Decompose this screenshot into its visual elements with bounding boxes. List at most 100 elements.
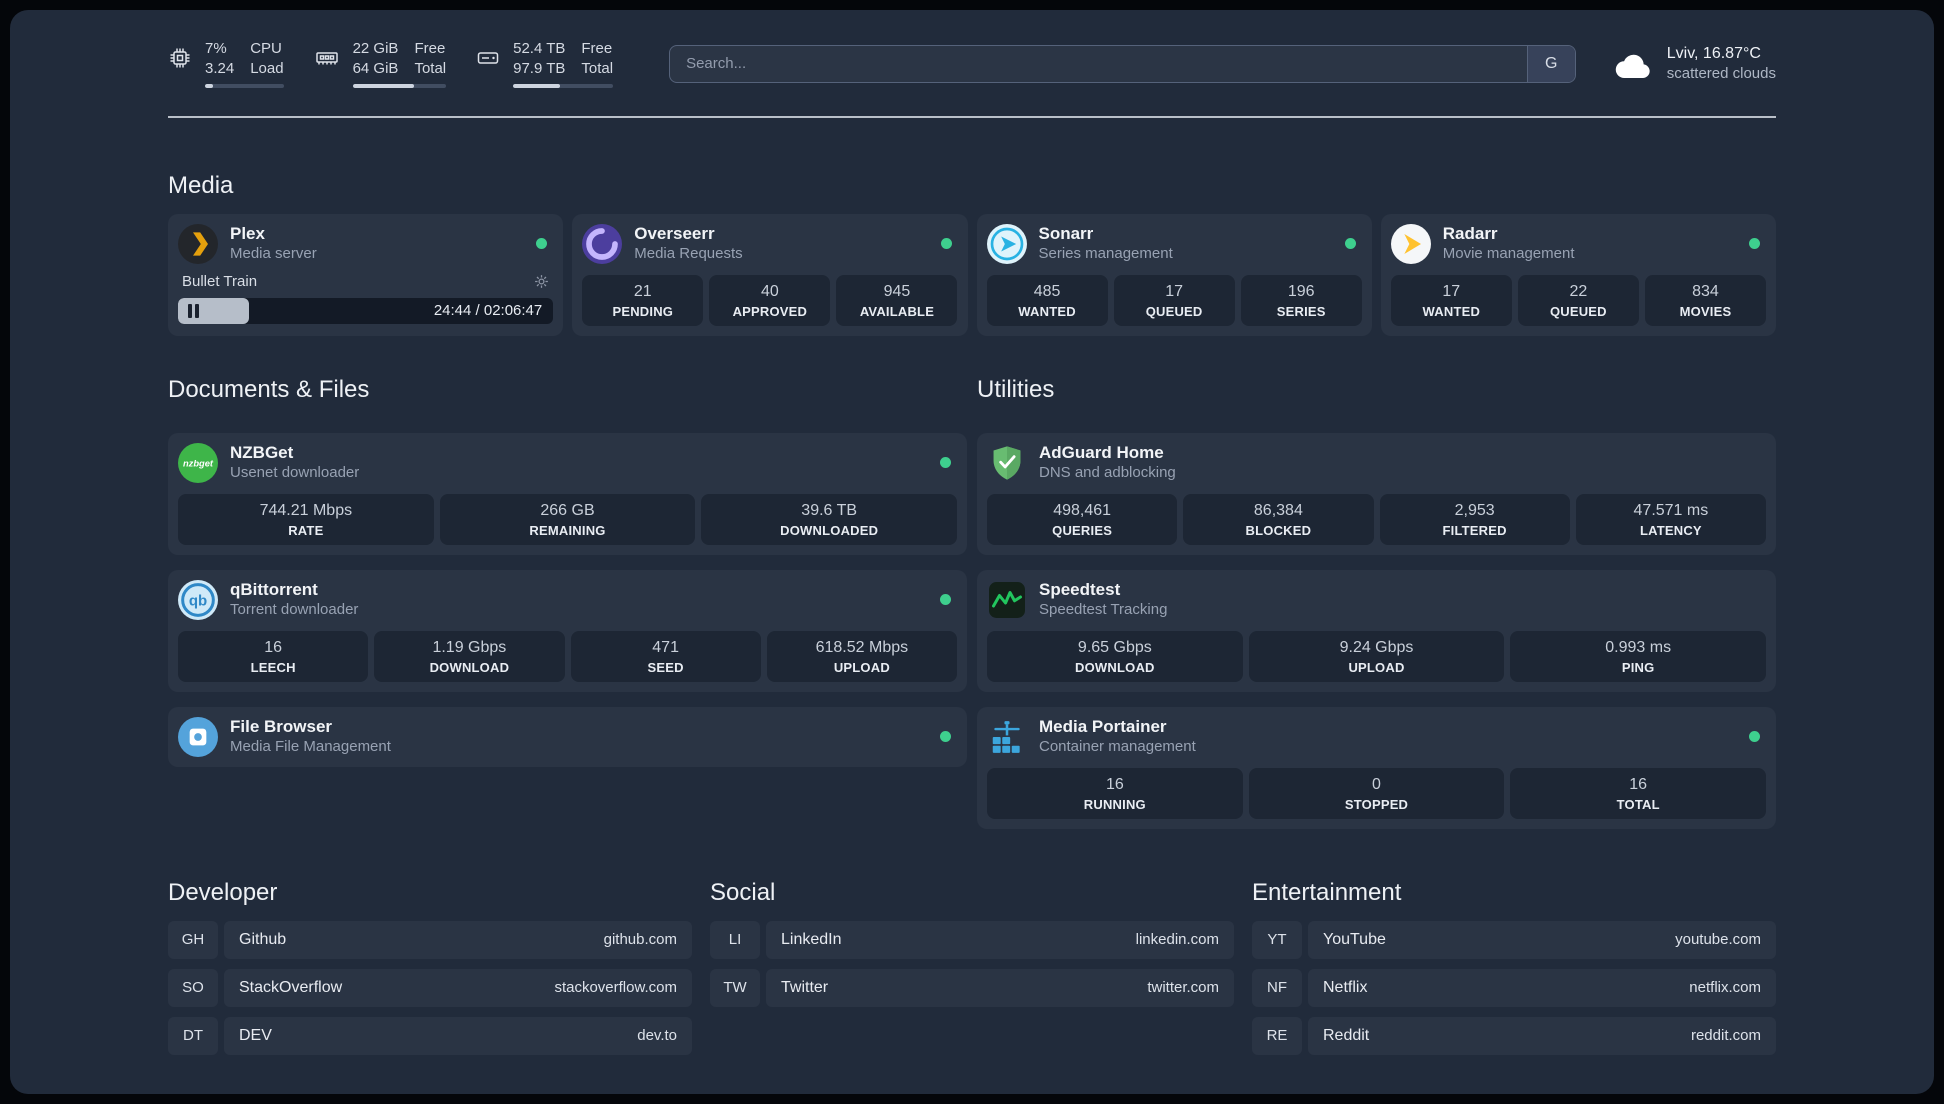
- card-radarr[interactable]: Radarr Movie management 17 WANTED 22 QUE…: [1380, 213, 1776, 336]
- app-subtitle: Torrent downloader: [230, 601, 359, 619]
- stat-label: FILTERED: [1442, 522, 1507, 538]
- bookmark-abbr: RE: [1252, 1016, 1302, 1055]
- app-title: File Browser: [230, 716, 333, 736]
- documents-column: Documents & Files nzbget NZBGet Usenet d…: [168, 336, 967, 829]
- app-subtitle: Usenet downloader: [230, 464, 360, 482]
- status-dot: [940, 731, 951, 742]
- stat-label: MOVIES: [1679, 303, 1732, 319]
- bookmark-url: twitter.com: [1147, 979, 1219, 996]
- radarr-icon: [1390, 223, 1431, 264]
- stat-blocked: 86,384 BLOCKED: [1183, 493, 1374, 545]
- stat-label: REMAINING: [529, 522, 606, 538]
- card-overseerr[interactable]: Overseerr Media Requests 21 PENDING 40 A…: [572, 213, 968, 336]
- stat-running: 16 RUNNING: [987, 767, 1243, 819]
- stat-label: DOWNLOAD: [429, 659, 510, 675]
- bookmark-dev[interactable]: DT DEV dev.to: [168, 1016, 692, 1055]
- stat-wanted: 17 WANTED: [1390, 274, 1512, 326]
- card-sonarr[interactable]: Sonarr Series management 485 WANTED 17 Q…: [976, 213, 1372, 336]
- bookmark-github[interactable]: GH Github github.com: [168, 920, 692, 959]
- stat-value: 0.993 ms: [1605, 638, 1672, 656]
- stat-label: DOWNLOAD: [1075, 659, 1155, 675]
- app-subtitle: Media server: [230, 245, 317, 263]
- stat-label: LATENCY: [1639, 522, 1702, 538]
- stat-value: 498,461: [1053, 501, 1112, 519]
- bookmark-linkedin[interactable]: LI LinkedIn linkedin.com: [710, 920, 1234, 959]
- disk-free-value: 52.4 TB: [513, 40, 566, 57]
- stat-value: 17: [1442, 282, 1461, 300]
- status-dot: [940, 238, 952, 249]
- hard-disk-icon: [477, 52, 499, 64]
- bookmark-name: Twitter: [781, 978, 829, 996]
- stat-value: 266 GB: [540, 501, 595, 519]
- stat-downloaded: 39.6 TB DOWNLOADED: [701, 493, 958, 545]
- app-subtitle: Movie management: [1442, 245, 1575, 263]
- app-subtitle: Speedtest Tracking: [1039, 601, 1168, 619]
- bookmark-name: Netflix: [1323, 978, 1368, 996]
- stat-label: STOPPED: [1344, 796, 1409, 812]
- memory-total-label: Total: [414, 60, 447, 78]
- bookmarks-section: Developer GH Github github.com SO StackO…: [168, 879, 1776, 1065]
- stat-leech: 16 LEECH: [178, 630, 369, 682]
- bookmark-abbr: SO: [168, 968, 218, 1007]
- stat-upload: 618.52 Mbps UPLOAD: [766, 630, 957, 682]
- gear-icon[interactable]: [534, 274, 549, 289]
- stat-filtered: 2,953 FILTERED: [1379, 493, 1570, 545]
- bookmark-youtube[interactable]: YT YouTube youtube.com: [1252, 920, 1776, 959]
- search-input[interactable]: [670, 45, 1527, 82]
- stat-label: WANTED: [1018, 303, 1076, 319]
- section-title-utilities: Utilities: [977, 375, 1055, 403]
- card-nzbget[interactable]: nzbget NZBGet Usenet downloader 744.21 M…: [168, 432, 967, 555]
- utilities-column: Utilities AdGuard Home DNS and adblockin…: [977, 336, 1776, 829]
- bookmark-netflix[interactable]: NF Netflix netflix.com: [1252, 968, 1776, 1007]
- stat-label: TOTAL: [1616, 796, 1660, 812]
- stat-ping: 0.993 ms PING: [1510, 630, 1767, 682]
- memory-free-value: 22 GiB: [352, 40, 399, 57]
- card-speedtest[interactable]: Speedtest Speedtest Tracking 9.65 Gbps D…: [977, 569, 1776, 692]
- search-provider-button[interactable]: G: [1526, 45, 1575, 82]
- playback-progress-bar[interactable]: 24:44 / 02:06:47: [178, 297, 554, 324]
- card-portainer[interactable]: Media Portainer Container management 16 …: [977, 706, 1776, 829]
- status-dot: [940, 457, 951, 468]
- card-filebrowser[interactable]: File Browser Media File Management: [168, 706, 967, 767]
- memory-ram-icon: [315, 52, 338, 65]
- stat-value: 9.24 Gbps: [1339, 638, 1414, 656]
- stat-value: 39.6 TB: [801, 501, 858, 519]
- qbittorrent-icon: qb: [178, 579, 218, 620]
- bookmark-twitter[interactable]: TW Twitter twitter.com: [710, 968, 1234, 1007]
- bookmark-url: linkedin.com: [1135, 931, 1219, 948]
- stat-label: QUEUED: [1549, 303, 1607, 319]
- app-title: Overseerr: [634, 223, 715, 243]
- bookmark-group-title: Social: [710, 878, 776, 906]
- weather-location: Lviv, 16.87°C: [1666, 45, 1761, 63]
- pause-icon[interactable]: [188, 303, 199, 318]
- stat-queued: 17 QUEUED: [1113, 274, 1235, 326]
- memory-widget: 22 GiB 64 GiB Free Total: [314, 40, 447, 88]
- stat-wanted: 485 WANTED: [986, 274, 1108, 326]
- bookmark-reddit[interactable]: RE Reddit reddit.com: [1252, 1016, 1776, 1055]
- stat-latency: 47.571 ms LATENCY: [1575, 493, 1766, 545]
- status-dot: [1749, 238, 1760, 249]
- bookmark-group-social: Social LI LinkedIn linkedin.com TW Twitt…: [710, 879, 1234, 1065]
- stat-value: 16: [264, 638, 283, 656]
- card-qbittorrent[interactable]: qb qBittorrent Torrent downloader 16 LEE…: [168, 569, 967, 692]
- bookmark-url: github.com: [603, 931, 677, 948]
- disk-free-label: Free: [581, 40, 613, 57]
- plex-now-playing: Bullet Train 24:44 / 02:06:47: [178, 270, 554, 324]
- portainer-icon: [987, 717, 1027, 757]
- bookmark-stackoverflow[interactable]: SO StackOverflow stackoverflow.com: [168, 968, 692, 1007]
- cpu-progress-bar: [205, 83, 284, 88]
- stat-value: 16: [1105, 775, 1124, 793]
- app-title: Speedtest: [1039, 579, 1121, 599]
- card-plex[interactable]: Plex Media server Bullet Train 24:44 / 0…: [168, 213, 564, 336]
- bookmark-abbr: GH: [168, 920, 218, 959]
- speedtest-icon: [987, 580, 1027, 620]
- stat-label: PENDING: [612, 303, 674, 319]
- bookmark-abbr: NF: [1252, 968, 1302, 1007]
- stat-label: SERIES: [1276, 303, 1326, 319]
- stat-series: 196 SERIES: [1240, 274, 1362, 326]
- disk-progress-bar: [513, 83, 614, 88]
- card-adguard[interactable]: AdGuard Home DNS and adblocking 498,461 …: [977, 432, 1776, 555]
- stat-value: 0: [1372, 775, 1381, 793]
- nzbget-icon: nzbget: [178, 442, 218, 483]
- stat-download: 1.19 Gbps DOWNLOAD: [374, 630, 565, 682]
